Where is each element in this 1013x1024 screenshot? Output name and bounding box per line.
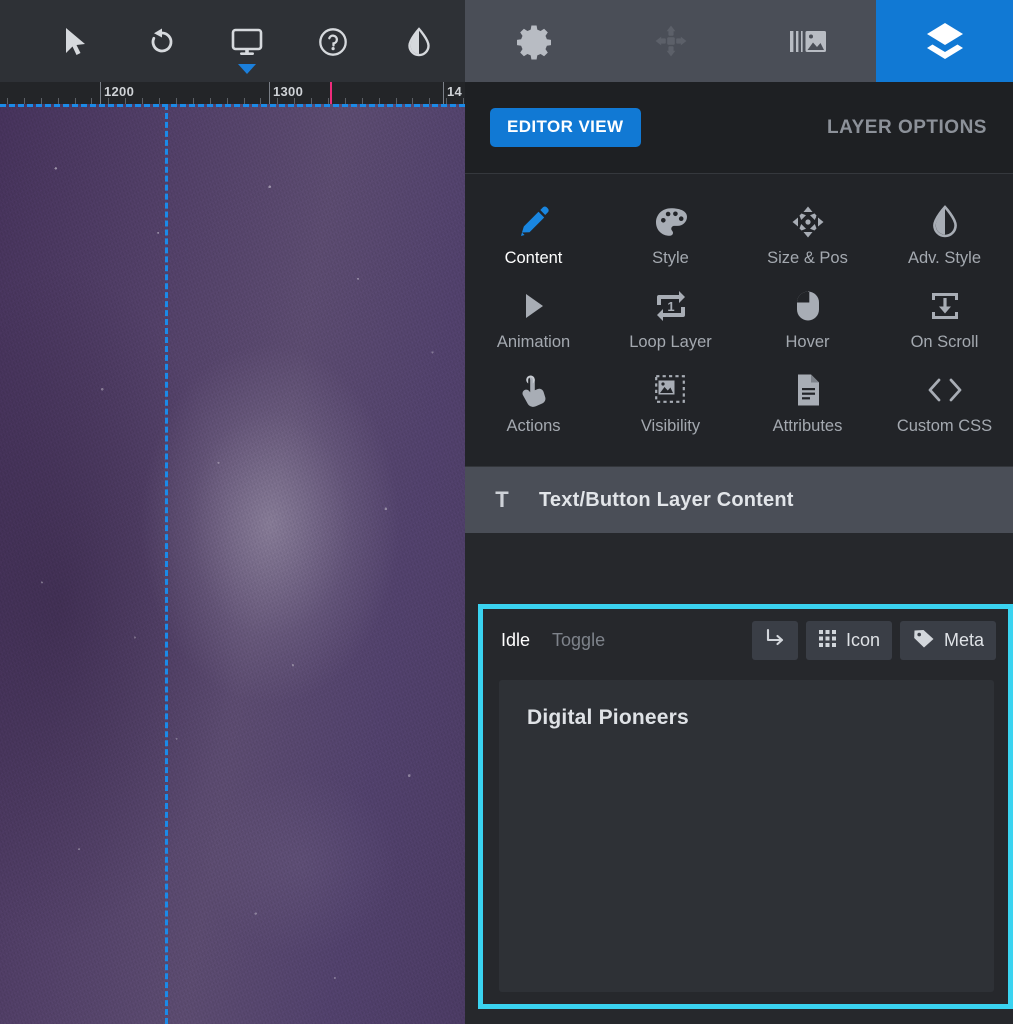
option-grid-row: Actions Visibility Attributes Custom CSS bbox=[465, 364, 1013, 448]
left-toolbar bbox=[0, 0, 465, 82]
option-grid-row: Content Style Size & Pos Adv. Style bbox=[465, 196, 1013, 280]
option-label: Adv. Style bbox=[907, 249, 982, 267]
option-style[interactable]: Style bbox=[602, 196, 739, 280]
option-actions[interactable]: Actions bbox=[465, 364, 602, 448]
design-canvas[interactable] bbox=[0, 104, 465, 1024]
palette-icon bbox=[654, 204, 688, 240]
option-label: Style bbox=[652, 249, 689, 267]
icon-picker-button[interactable]: Icon bbox=[805, 621, 892, 660]
option-label: Visibility bbox=[640, 417, 701, 435]
option-label: On Scroll bbox=[910, 333, 979, 351]
meta-button-label: Meta bbox=[943, 630, 984, 650]
text-layer-type-icon: T bbox=[495, 487, 509, 512]
ruler-major-tick bbox=[443, 82, 444, 104]
tab-layers[interactable] bbox=[876, 0, 1013, 82]
tab-navigation[interactable] bbox=[602, 0, 739, 82]
tab-slides[interactable] bbox=[739, 0, 876, 82]
undo-icon[interactable] bbox=[134, 18, 190, 66]
ruler-label: 14 bbox=[447, 84, 463, 99]
guide-line-horizontal bbox=[0, 104, 465, 107]
icon-button-label: Icon bbox=[845, 630, 880, 650]
option-label: Hover bbox=[785, 333, 830, 351]
select-cursor-icon[interactable] bbox=[48, 18, 104, 66]
image-dashed-icon bbox=[654, 372, 688, 408]
layer-text-value: Digital Pioneers bbox=[527, 706, 689, 729]
contrast-icon[interactable] bbox=[391, 18, 447, 66]
ruler-position-marker bbox=[330, 82, 332, 104]
move-arrows-icon bbox=[791, 204, 825, 240]
preview-dropdown-caret-icon[interactable] bbox=[238, 64, 256, 74]
option-content[interactable]: Content bbox=[465, 196, 602, 280]
arrow-turn-right-icon bbox=[764, 627, 786, 654]
option-label: Content bbox=[504, 249, 563, 267]
view-bar: EDITOR VIEW LAYER OPTIONS bbox=[465, 82, 1013, 174]
download-box-icon bbox=[928, 288, 962, 324]
option-label: Actions bbox=[506, 417, 561, 435]
option-attributes[interactable]: Attributes bbox=[739, 364, 876, 448]
text-content-panel: Idle Toggle Icon Meta Digital Pioneers bbox=[478, 604, 1013, 1009]
option-label: Loop Layer bbox=[629, 333, 712, 351]
tab-settings[interactable] bbox=[465, 0, 602, 82]
option-loop-layer[interactable]: 1 Loop Layer bbox=[602, 280, 739, 364]
ruler-label: 1300 bbox=[273, 84, 304, 99]
option-visibility[interactable]: Visibility bbox=[602, 364, 739, 448]
grid-dots-icon bbox=[818, 629, 837, 653]
option-label: Custom CSS bbox=[896, 417, 993, 435]
layer-options-label[interactable]: LAYER OPTIONS bbox=[827, 117, 987, 139]
repeat-one-icon: 1 bbox=[654, 288, 688, 324]
state-tab-toggle[interactable]: Toggle bbox=[552, 630, 605, 651]
document-icon bbox=[794, 372, 822, 408]
option-label: Size & Pos bbox=[767, 249, 848, 267]
canvas-side: 1200 1300 14 bbox=[0, 0, 465, 1024]
app-root: 1200 1300 14 EDITOR VIEW LAYER OPTIONS C… bbox=[0, 0, 1013, 1024]
state-tab-idle[interactable]: Idle bbox=[501, 630, 530, 651]
play-triangle-icon bbox=[521, 288, 547, 324]
option-on-scroll[interactable]: On Scroll bbox=[876, 280, 1013, 364]
canvas-ruler[interactable]: 1200 1300 14 bbox=[0, 82, 465, 104]
tap-hand-icon bbox=[519, 372, 549, 408]
section-title: Text/Button Layer Content bbox=[539, 488, 794, 511]
option-label: Attributes bbox=[772, 417, 843, 435]
help-icon[interactable] bbox=[305, 18, 361, 66]
section-header: T Text/Button Layer Content bbox=[465, 467, 1013, 533]
mouse-icon bbox=[795, 288, 821, 324]
option-size-pos[interactable]: Size & Pos bbox=[739, 196, 876, 280]
option-custom-css[interactable]: Custom CSS bbox=[876, 364, 1013, 448]
pencil-icon bbox=[517, 204, 551, 240]
option-animation[interactable]: Animation bbox=[465, 280, 602, 364]
panel-tab-bar bbox=[465, 0, 1013, 82]
insert-linebreak-button[interactable] bbox=[751, 621, 798, 660]
canvas-texture-specks bbox=[0, 104, 465, 1024]
ruler-major-tick bbox=[100, 82, 101, 104]
ruler-major-tick bbox=[269, 82, 270, 104]
option-grid-row: Animation 1 Loop Layer Hover On Scroll bbox=[465, 280, 1013, 364]
meta-button[interactable]: Meta bbox=[899, 621, 996, 660]
option-adv-style[interactable]: Adv. Style bbox=[876, 196, 1013, 280]
option-hover[interactable]: Hover bbox=[739, 280, 876, 364]
layer-text-input[interactable]: Digital Pioneers bbox=[499, 680, 994, 992]
contrast-droplet-icon bbox=[931, 204, 959, 240]
layer-options-icon-grid: Content Style Size & Pos Adv. Style Animatio… bbox=[465, 174, 1013, 467]
guide-line-vertical bbox=[165, 104, 168, 1024]
right-panel: EDITOR VIEW LAYER OPTIONS Content Style Si… bbox=[465, 0, 1013, 1024]
preview-monitor-icon[interactable] bbox=[219, 18, 275, 74]
option-label: Animation bbox=[496, 333, 571, 351]
code-brackets-icon bbox=[927, 372, 963, 408]
content-panel-toolbar: Idle Toggle Icon Meta bbox=[483, 609, 1008, 672]
svg-text:1: 1 bbox=[667, 299, 674, 314]
tag-icon bbox=[912, 627, 935, 654]
ruler-label: 1200 bbox=[104, 84, 135, 99]
editor-view-button[interactable]: EDITOR VIEW bbox=[490, 108, 641, 147]
